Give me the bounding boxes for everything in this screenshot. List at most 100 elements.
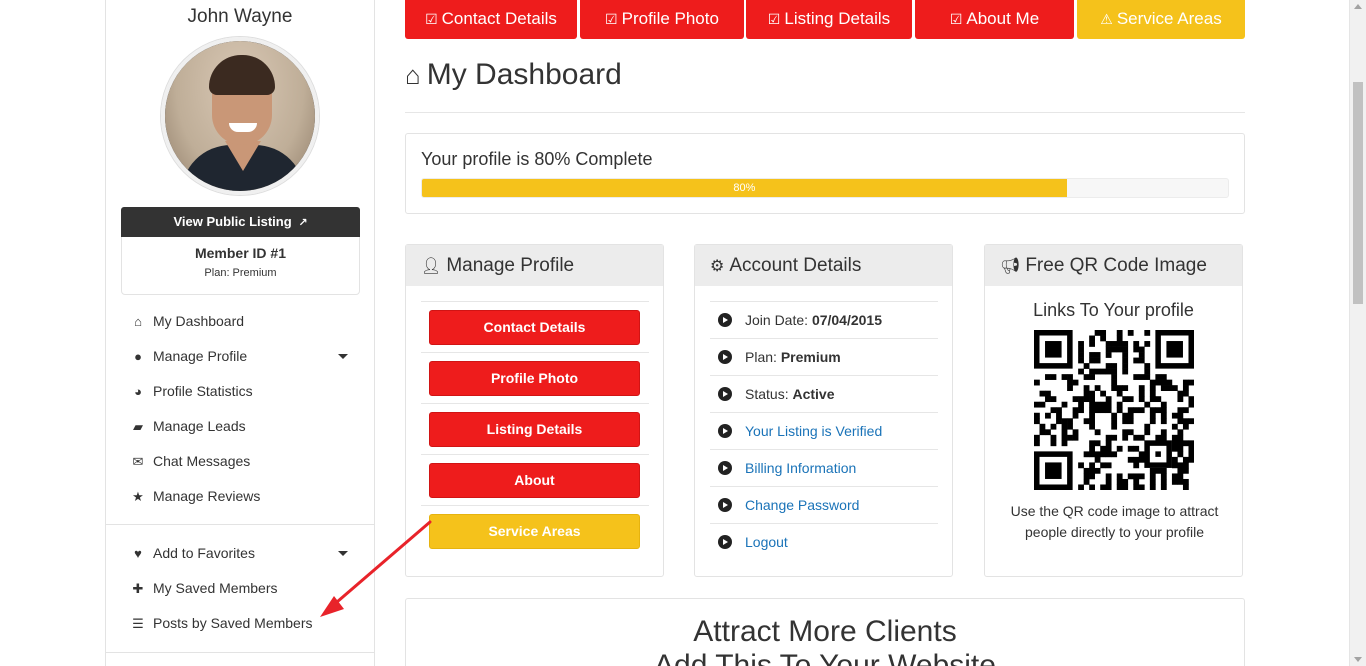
qr-code-panel: 📢︎ Free QR Code Image Links To Your profi…	[984, 244, 1243, 577]
tab-profile-photo[interactable]: ☑ Profile Photo	[580, 0, 744, 39]
user-circle-icon: ●	[134, 349, 142, 364]
about-button[interactable]: About	[429, 463, 640, 498]
scroll-thumb[interactable]	[1353, 82, 1363, 304]
scroll-up-arrow-icon[interactable]	[1354, 4, 1362, 9]
external-link-icon: ↗	[298, 217, 308, 229]
caret-down-icon[interactable]	[338, 551, 348, 556]
view-public-listing-button[interactable]: View Public Listing ↗	[121, 207, 360, 237]
sidebar-item-manage-reviews[interactable]: ★ Manage Reviews	[106, 479, 374, 514]
sidebar-item-label: Profile Statistics	[153, 383, 253, 399]
sidebar-item-label: My Dashboard	[153, 313, 245, 329]
sidebar-item-label: Posts by Saved Members	[153, 615, 313, 631]
list-item: Billing Information	[710, 449, 938, 486]
folder-open-icon: ▰	[133, 419, 143, 434]
tab-label: Contact Details	[441, 9, 557, 28]
sidebar-item-chat-messages[interactable]: ✉ Chat Messages	[106, 444, 374, 479]
play-circle-icon	[718, 535, 732, 549]
nav-divider	[106, 652, 374, 653]
list-item: Profile Photo	[421, 352, 649, 403]
list-item: Listing Details	[421, 403, 649, 454]
qr-caption: Use the QR code image to attract people …	[1010, 503, 1219, 540]
status-label: Status:	[745, 386, 789, 402]
sidebar-item-manage-leads[interactable]: ▰ Manage Leads	[106, 409, 374, 444]
change-password-link[interactable]: Change Password	[745, 497, 859, 513]
list-icon: ☰	[132, 616, 144, 631]
your-listing-is-verified-link[interactable]: Your Listing is Verified	[745, 423, 882, 439]
sidebar-nav: ⌂ My Dashboard ● Manage Profile ◕ Profile Sta…	[106, 304, 374, 641]
play-circle-icon	[718, 350, 732, 364]
pie-chart-icon: ◕	[134, 384, 142, 399]
sidebar-item-posts-by-saved-members[interactable]: ☰ Posts by Saved Members	[106, 606, 374, 641]
nav-divider	[106, 524, 374, 525]
account-details-panel: ⚙ Account Details Join Date: 07/04/2015 P…	[694, 244, 953, 577]
heart-icon: ♥	[134, 546, 142, 561]
panel-title: Account Details	[729, 255, 862, 276]
home-icon: ⌂	[405, 60, 421, 90]
profile-photo-button[interactable]: Profile Photo	[429, 361, 640, 396]
page-title: ⌂ My Dashboard	[405, 58, 622, 92]
progress-fill: 80%	[422, 179, 1067, 197]
page-scrollbar[interactable]	[1349, 0, 1366, 666]
qr-code-image[interactable]	[1034, 330, 1195, 491]
panel-header: 📢︎ Free QR Code Image	[985, 245, 1242, 286]
sidebar-item-label: Manage Leads	[153, 418, 246, 434]
play-circle-icon	[718, 313, 732, 327]
join-date-value: 07/04/2015	[811, 312, 883, 328]
progress-bar: 80%	[421, 178, 1229, 198]
gear-icon: ⚙	[710, 258, 725, 275]
listing-details-button[interactable]: Listing Details	[429, 412, 640, 447]
comments-icon: ✉	[132, 454, 144, 469]
list-item: Change Password	[710, 486, 938, 523]
tab-contact-details[interactable]: ☑ Contact Details	[405, 0, 577, 39]
page-title-text: My Dashboard	[426, 58, 622, 91]
billing-information-link[interactable]: Billing Information	[745, 460, 856, 476]
sidebar-item-label: Manage Profile	[153, 348, 248, 364]
attract-subtitle: Add This To Your Website	[654, 649, 996, 666]
member-name: John Wayne	[187, 6, 293, 27]
tab-label: Profile Photo	[621, 9, 719, 28]
sidebar-item-manage-profile[interactable]: ● Manage Profile	[106, 339, 374, 374]
tab-service-areas[interactable]: ⚠ Service Areas	[1077, 0, 1245, 39]
profile-progress-card: Your profile is 80% Complete 80%	[405, 133, 1245, 214]
progress-text: Your profile is 80% Complete	[421, 149, 653, 169]
account-details-list: Join Date: 07/04/2015 Plan: Premium Stat…	[710, 301, 938, 560]
sidebar-item-my-dashboard[interactable]: ⌂ My Dashboard	[106, 304, 374, 339]
warning-icon: ⚠	[1100, 11, 1113, 27]
attract-title: Attract More Clients	[693, 615, 957, 648]
tab-listing-details[interactable]: ☑ Listing Details	[746, 0, 912, 39]
sidebar-item-profile-statistics[interactable]: ◕ Profile Statistics	[106, 374, 374, 409]
avatar[interactable]	[161, 37, 319, 195]
play-circle-icon	[718, 498, 732, 512]
panel-header: ⚙ Account Details	[695, 245, 952, 286]
plan-label: Plan:	[745, 349, 777, 365]
status-value: Active	[792, 386, 835, 402]
plan-value: Premium	[780, 349, 841, 365]
list-item: Contact Details	[421, 301, 649, 352]
qr-subtitle: Links To Your profile	[1033, 300, 1194, 320]
sidebar-item-label: Manage Reviews	[153, 488, 261, 504]
contact-details-button[interactable]: Contact Details	[429, 310, 640, 345]
check-square-icon: ☑	[949, 11, 963, 27]
logout-link[interactable]: Logout	[745, 534, 788, 550]
play-circle-icon	[718, 424, 732, 438]
sidebar-item-add-to-favorites[interactable]: ♥ Add to Favorites	[106, 536, 374, 571]
sidebar-item-my-saved-members[interactable]: ✚ My Saved Members	[106, 571, 374, 606]
member-card: View Public Listing ↗ Member ID #1 Plan:…	[121, 207, 360, 295]
sidebar-item-label: Add to Favorites	[153, 545, 255, 561]
tab-label: Service Areas	[1116, 9, 1222, 28]
scroll-down-arrow-icon[interactable]	[1354, 657, 1362, 662]
play-circle-icon	[718, 461, 732, 475]
join-date-label: Join Date:	[745, 312, 809, 328]
sidebar: John Wayne View Public Listing ↗ Member …	[105, 0, 375, 666]
view-listing-label: View Public Listing	[173, 214, 292, 229]
list-item: Plan: Premium	[710, 338, 938, 375]
sidebar-item-label: My Saved Members	[153, 580, 278, 596]
caret-down-icon[interactable]	[338, 354, 348, 359]
tab-about-me[interactable]: ☑ About Me	[915, 0, 1074, 39]
check-square-icon: ☑	[605, 11, 618, 27]
panel-title: Free QR Code Image	[1025, 255, 1207, 276]
star-icon: ★	[132, 489, 144, 504]
play-circle-icon	[718, 387, 732, 401]
sidebar-item-label: Chat Messages	[153, 453, 251, 469]
service-areas-button[interactable]: Service Areas	[429, 514, 640, 549]
